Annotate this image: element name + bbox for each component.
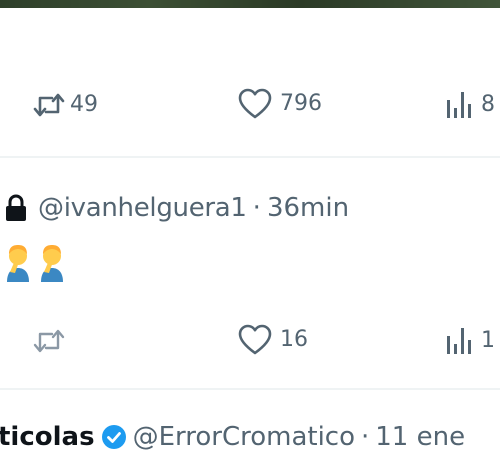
lock-icon	[6, 194, 26, 221]
verified-badge-icon	[101, 425, 126, 449]
separator-dot: ·	[361, 422, 370, 452]
facepalm-emoji-icon	[41, 245, 63, 282]
views-bar-chart-icon	[447, 328, 471, 354]
tweet-header: @ivanhelguera1 · 36min	[4, 193, 349, 223]
like-button[interactable]: 796	[238, 88, 322, 120]
separator-dot: ·	[252, 193, 261, 223]
retweet-icon	[33, 93, 65, 117]
like-count: 796	[280, 91, 322, 116]
views-bar-chart-icon	[447, 92, 471, 118]
tweet-text-emoji: 🤦‍♂️🤦‍♂️	[4, 242, 72, 282]
tweet-header: ticolas @ErrorCromatico · 11 ene	[0, 422, 465, 452]
like-count: 16	[280, 327, 308, 352]
views-count: 1	[481, 328, 495, 353]
facepalm-emoji-icon	[7, 245, 29, 282]
retweet-button[interactable]	[32, 326, 66, 356]
views-count: 8	[481, 92, 495, 117]
heart-icon	[238, 88, 272, 119]
user-handle[interactable]: @ErrorCromatico	[133, 422, 355, 452]
views-button[interactable]: 8	[445, 90, 495, 120]
author-name[interactable]: ticolas	[0, 422, 95, 452]
media-image-edge[interactable]	[0, 0, 500, 8]
retweet-button[interactable]: 49	[32, 90, 98, 120]
user-handle[interactable]: @ivanhelguera1	[38, 193, 247, 223]
like-button[interactable]: 16	[238, 324, 308, 356]
timestamp[interactable]: 36min	[267, 193, 349, 223]
retweet-icon	[33, 329, 65, 353]
retweet-count: 49	[70, 92, 98, 117]
views-button[interactable]: 1	[445, 326, 495, 356]
heart-icon	[238, 324, 272, 355]
tweet-divider	[0, 388, 500, 390]
timestamp[interactable]: 11 ene	[375, 422, 465, 452]
tweet-divider	[0, 156, 500, 158]
